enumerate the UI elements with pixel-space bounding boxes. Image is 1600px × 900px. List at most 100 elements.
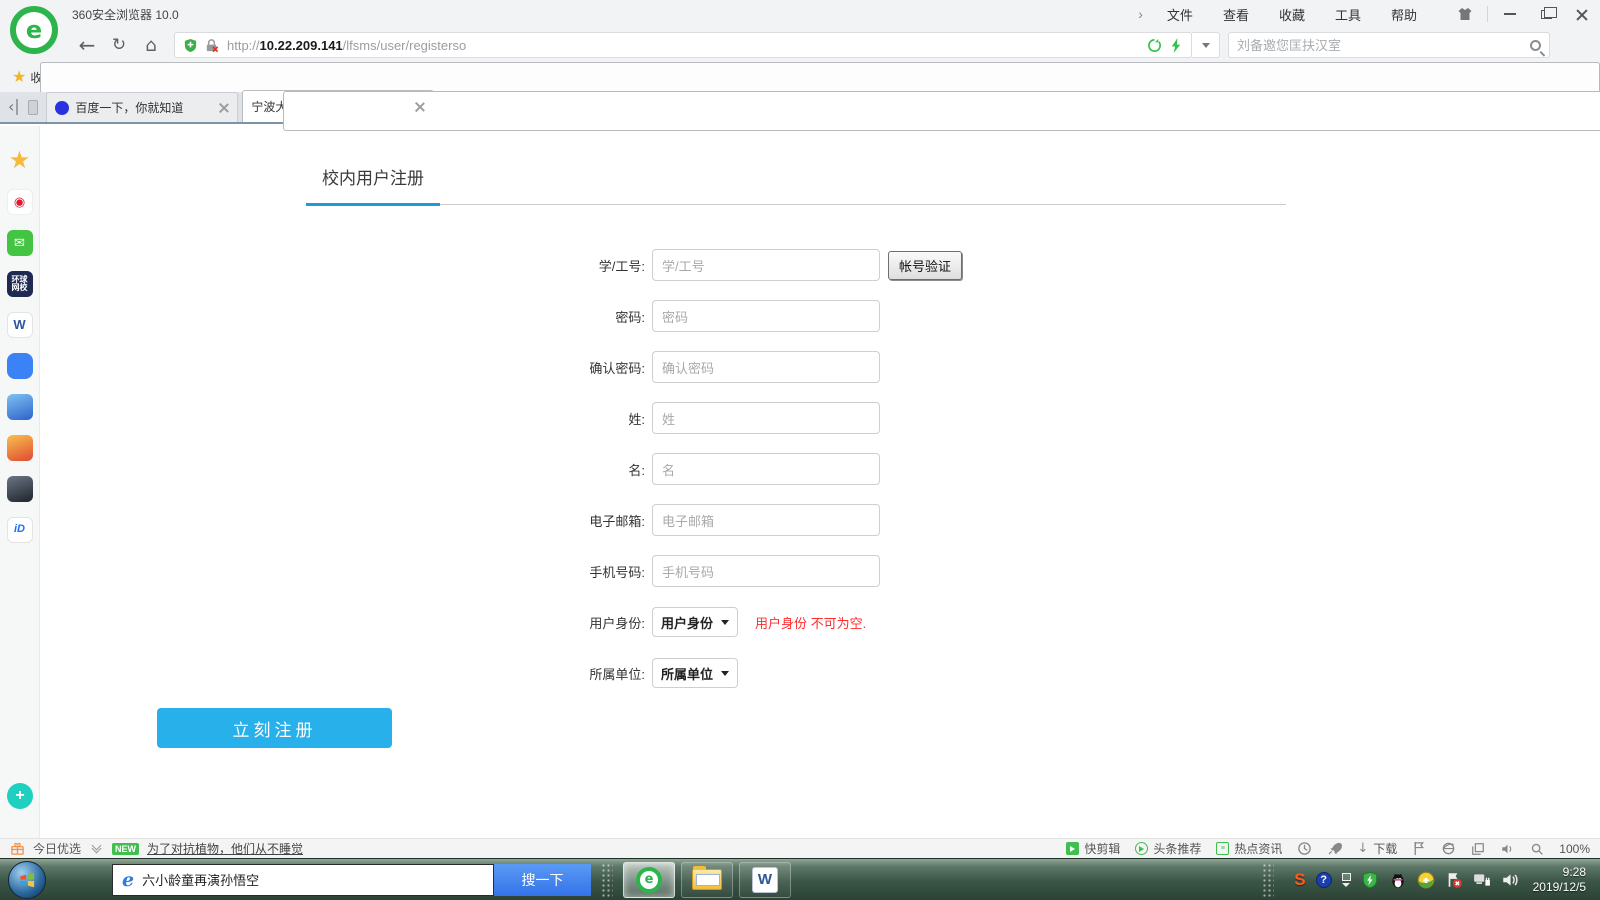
page-content: ★◉✉环球网校WiD + 校内用户注册 学/工号:学/工号帐号验证密码:密码确认… <box>0 126 1600 838</box>
action-center-flag-icon[interactable] <box>1445 871 1463 889</box>
volume-tray-icon[interactable] <box>1501 871 1519 889</box>
select-department[interactable]: 所属单位 <box>652 658 738 688</box>
accelerator-icon[interactable] <box>1297 841 1312 856</box>
start-button[interactable] <box>8 861 46 899</box>
game-battle-icon[interactable] <box>7 476 33 502</box>
menu-favorites[interactable]: 收藏 <box>1279 5 1305 24</box>
page-audio-icon[interactable] <box>1500 842 1515 856</box>
clover-icon[interactable]: + <box>7 783 33 809</box>
flag-report-icon[interactable] <box>1412 841 1426 856</box>
qq-tray-icon[interactable] <box>1389 871 1407 889</box>
speedball-tray-icon[interactable] <box>1417 871 1435 889</box>
tab-close-icon[interactable] <box>415 102 425 112</box>
chevron-down-icon <box>1202 43 1210 48</box>
input-password[interactable]: 密码 <box>652 300 880 332</box>
form-row-user-role: 用户身份:用户身份用户身份 不可为空. <box>535 606 1600 638</box>
menu-view[interactable]: 查看 <box>1223 5 1249 24</box>
today-picks-label[interactable]: 今日优选 <box>33 840 81 857</box>
browser-window: 360安全浏览器 10.0 文件 查看 收藏 工具 帮助 http://10.2… <box>0 0 1600 900</box>
search-box[interactable] <box>1228 32 1550 58</box>
zoom-level[interactable]: 100% <box>1559 842 1590 856</box>
toutiao-feed-tool[interactable]: 头条推荐 <box>1135 840 1201 857</box>
speed-bolt-icon[interactable] <box>1170 38 1183 53</box>
input-first-name[interactable]: 名 <box>652 453 880 485</box>
downloads-tool[interactable]: 下载 <box>1357 840 1397 857</box>
register-now-button[interactable]: 立刻注册 <box>157 708 392 748</box>
taskbar-app-360browser[interactable] <box>623 862 675 898</box>
input-last-name[interactable]: 姓 <box>652 402 880 434</box>
address-bar[interactable]: http://10.22.209.141/lfsms/user/register… <box>174 32 1192 58</box>
verify-account-button[interactable]: 帐号验证 <box>888 251 962 280</box>
taskbar-clock[interactable]: 9:28 2019/12/5 <box>1533 865 1586 895</box>
search-go-button[interactable]: 搜一下 <box>494 864 591 896</box>
input-confirm-password[interactable]: 确认密码 <box>652 351 880 383</box>
taskbar-divider <box>601 863 613 897</box>
collapse-tabs-icon[interactable] <box>8 99 18 115</box>
zoom-lens-icon[interactable] <box>1530 842 1544 856</box>
menu-tools[interactable]: 工具 <box>1335 5 1361 24</box>
taskbar-app-explorer[interactable] <box>681 862 733 898</box>
hot-news-tool[interactable]: ≡热点资讯 <box>1216 840 1282 857</box>
minimize-button[interactable] <box>1492 0 1528 28</box>
tab-baidu[interactable]: 百度一下，你就知道 <box>46 92 238 122</box>
mail-icon[interactable]: ✉ <box>7 230 33 256</box>
close-button[interactable] <box>1564 0 1600 28</box>
tab-registration-active[interactable]: 宁波大学-校外用户注册 <box>242 90 434 122</box>
reload-button[interactable] <box>106 32 132 58</box>
game-king-icon[interactable] <box>7 435 33 461</box>
rocket-boost-icon[interactable] <box>1327 841 1342 856</box>
weibo-icon[interactable]: ◉ <box>7 189 33 215</box>
select-user-role[interactable]: 用户身份 <box>652 607 738 637</box>
taskbar-search-widget[interactable]: 六小龄童再演孙悟空 搜一下 <box>112 864 591 896</box>
security-shield-tray-icon[interactable] <box>1361 871 1379 889</box>
page-favicon-icon <box>283 91 1600 131</box>
window-mode-icon[interactable] <box>1471 842 1485 856</box>
site-safety-shield-icon[interactable] <box>183 38 198 53</box>
menu-help[interactable]: 帮助 <box>1391 5 1417 24</box>
search-icon[interactable] <box>1530 40 1541 51</box>
favorites-star-icon[interactable]: ★ <box>7 148 33 174</box>
input-placeholder: 确认密码 <box>662 358 714 377</box>
gift-icon[interactable] <box>10 841 25 856</box>
home-button[interactable] <box>138 32 164 58</box>
search-input[interactable] <box>1237 38 1530 53</box>
field-label-password: 密码: <box>535 307 645 326</box>
network-tray-icon[interactable] <box>1473 871 1491 889</box>
whale-app-icon[interactable] <box>7 353 33 379</box>
taskbar-app-word[interactable] <box>739 862 791 898</box>
registration-form: 学/工号:学/工号帐号验证密码:密码确认密码:确认密码姓:姓名:名电子邮箱:电子… <box>535 249 1600 689</box>
taskbar-search-field[interactable]: 六小龄童再演孙悟空 <box>112 864 494 896</box>
url-dropdown-button[interactable] <box>1192 32 1220 58</box>
tab-close-icon[interactable] <box>219 103 229 113</box>
insecure-lock-icon[interactable] <box>204 38 219 53</box>
refresh-rescue-icon[interactable] <box>1147 38 1162 53</box>
collapse-chevrons-icon[interactable] <box>93 846 100 852</box>
word-doc-icon[interactable]: W <box>7 312 33 338</box>
online-school-icon[interactable]: 环球网校 <box>7 271 33 297</box>
clock-time: 9:28 <box>1533 865 1586 880</box>
show-hidden-icons-button[interactable] <box>1342 873 1351 887</box>
quick-clip-tool[interactable]: 快剪辑 <box>1066 840 1120 857</box>
validation-error: 用户身份 不可为空. <box>755 613 866 632</box>
input-placeholder: 名 <box>662 460 675 479</box>
id-logo-icon[interactable]: iD <box>7 517 33 543</box>
chevron-down-icon <box>721 671 729 676</box>
back-button[interactable] <box>74 32 100 58</box>
url-text[interactable]: http://10.22.209.141/lfsms/user/register… <box>227 38 466 53</box>
skin-theme-button[interactable] <box>1447 0 1483 28</box>
news-headline-link[interactable]: 为了对抗植物，他们从不睡觉 <box>147 840 303 857</box>
input-phone[interactable]: 手机号码 <box>652 555 880 587</box>
sogou-input-icon[interactable] <box>1294 870 1305 890</box>
bookmark-drcom[interactable]: Drcom <box>879 70 914 84</box>
restore-button[interactable] <box>1528 0 1564 28</box>
menu-file[interactable]: 文件 <box>1167 5 1193 24</box>
input-placeholder: 密码 <box>662 307 688 326</box>
input-email[interactable]: 电子邮箱 <box>652 504 880 536</box>
ie-compat-icon[interactable] <box>1441 841 1456 856</box>
game-pirate-icon[interactable] <box>7 394 33 420</box>
mobile-sync-icon[interactable] <box>28 100 38 115</box>
select-value: 所属单位 <box>661 664 713 683</box>
menu-chevron-icon[interactable] <box>1138 6 1143 22</box>
help-tray-icon[interactable] <box>1316 872 1332 888</box>
input-student-id[interactable]: 学/工号 <box>652 249 880 281</box>
